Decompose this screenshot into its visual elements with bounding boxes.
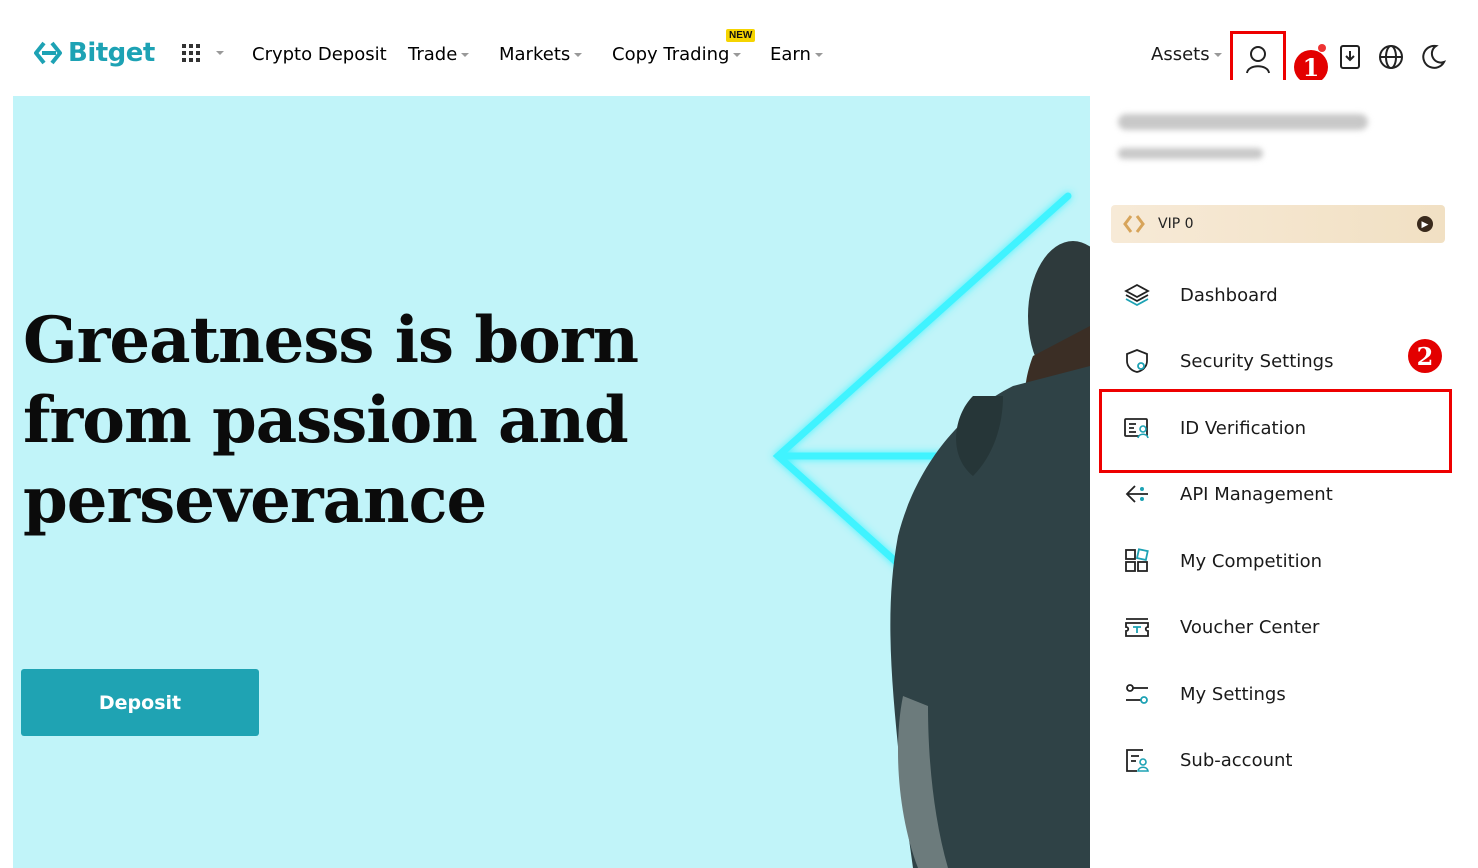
apps-menu[interactable] (182, 44, 224, 62)
step-2-marker: 2 (1408, 339, 1442, 373)
id-verification-highlight (1099, 389, 1452, 473)
nav-earn[interactable]: Earn (770, 44, 823, 65)
menu-item-sub-account[interactable]: Sub-account (1090, 735, 1478, 785)
sliders-icon (1126, 684, 1148, 704)
api-icon (1125, 485, 1148, 503)
assets-label: Assets (1151, 44, 1210, 65)
nav-label: Earn (770, 44, 811, 65)
menu-label: My Settings (1180, 683, 1286, 705)
chevron-down-icon (733, 53, 742, 57)
account-uid-blurred (1118, 148, 1263, 159)
vip-badge-icon (1123, 215, 1145, 233)
menu-item-voucher-center[interactable]: Voucher Center (1090, 602, 1478, 652)
vip-level-label: VIP 0 (1158, 216, 1194, 232)
bitget-logo[interactable]: Bitget (34, 38, 155, 68)
bitget-logo-icon (34, 41, 62, 65)
moon-icon[interactable] (1420, 44, 1446, 70)
shield-icon (1126, 349, 1148, 373)
deposit-label: Deposit (98, 691, 182, 714)
user-icon (1246, 45, 1270, 73)
menu-label: My Competition (1180, 550, 1323, 572)
nav-trade[interactable]: Trade (408, 44, 470, 65)
bell-icon[interactable] (1300, 44, 1326, 70)
voucher-icon (1125, 618, 1149, 637)
headline-line-3: perseverance (23, 463, 487, 538)
step-2-number: 2 (1416, 341, 1434, 371)
menu-item-dashboard[interactable]: Dashboard (1090, 270, 1478, 320)
sub-account-icon (1126, 749, 1149, 772)
headline-line-2: from passion and (23, 383, 629, 458)
hero-banner: Greatness is born from passion and perse… (13, 96, 1090, 868)
layers-icon (1124, 283, 1150, 307)
menu-label: Voucher Center (1180, 616, 1320, 638)
grid-icon (1125, 548, 1149, 572)
nav-label: Markets (499, 44, 571, 65)
hero-headline: Greatness is born from passion and perse… (23, 301, 663, 541)
chevron-right-icon: ▶ (1417, 216, 1433, 232)
download-icon[interactable] (1338, 44, 1364, 70)
menu-label: API Management (1180, 483, 1333, 505)
chevron-down-icon (461, 53, 470, 57)
nav-copy-trading[interactable]: Copy Trading (612, 44, 742, 65)
headline-line-1: Greatness is born (23, 303, 639, 378)
chevron-down-icon (216, 51, 224, 55)
menu-item-my-settings[interactable]: My Settings (1090, 669, 1478, 719)
chevron-down-icon (574, 53, 583, 57)
chevron-down-icon (814, 53, 823, 57)
menu-label: Sub-account (1180, 749, 1293, 771)
menu-item-my-competition[interactable]: My Competition (1090, 536, 1478, 586)
menu-label: Security Settings (1180, 350, 1334, 372)
apps-grid-icon (182, 44, 200, 62)
nav-label: Copy Trading (612, 44, 730, 65)
brand-name: Bitget (68, 38, 155, 68)
person-figure (890, 241, 1090, 868)
account-dropdown: VIP 0 ▶ Dashboard Security Settings 2 ID… (1090, 80, 1478, 868)
deposit-button[interactable]: Deposit (21, 669, 259, 736)
menu-label: Dashboard (1180, 284, 1278, 306)
menu-item-api-management[interactable]: API Management (1090, 469, 1478, 519)
nav-label: Trade (408, 44, 458, 65)
vip-level-banner[interactable]: VIP 0 ▶ (1111, 205, 1445, 243)
chevron-down-icon (1213, 53, 1222, 57)
assets-menu[interactable]: Assets (1151, 44, 1222, 65)
nav-crypto-deposit[interactable]: Crypto Deposit (252, 44, 387, 65)
nav-label: Crypto Deposit (252, 44, 387, 65)
globe-icon[interactable] (1378, 44, 1404, 70)
account-email-blurred (1118, 114, 1368, 130)
nav-markets[interactable]: Markets (499, 44, 583, 65)
new-badge: NEW (726, 29, 756, 42)
